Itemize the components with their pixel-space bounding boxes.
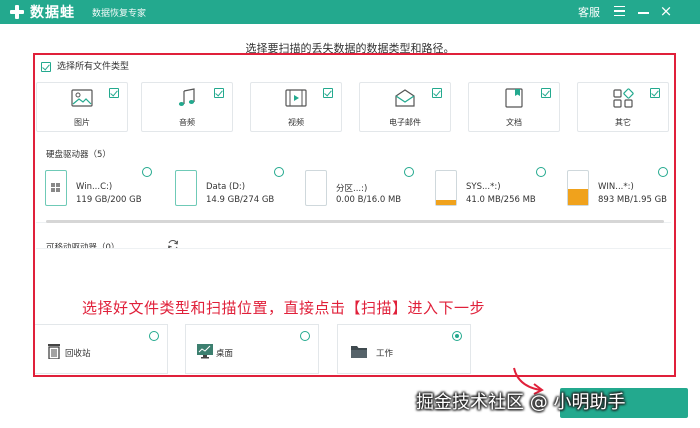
app-logo: 数据蛙 (8, 3, 75, 21)
customer-service-link[interactable]: 客服 (578, 4, 600, 20)
plus-logo-icon (8, 3, 26, 21)
annotation-highlight-frame (33, 53, 676, 377)
app-name: 数据蛙 (30, 5, 75, 21)
menu-icon[interactable] (612, 4, 626, 18)
title-bar: 数据蛙 数据恢复专家 客服 × (0, 0, 700, 24)
minimize-icon[interactable] (636, 4, 650, 18)
app-subtitle: 数据恢复专家 (92, 9, 147, 19)
close-icon[interactable]: × (659, 4, 673, 19)
watermark-text: 掘金技术社区 @ 小明助手 (416, 392, 626, 413)
